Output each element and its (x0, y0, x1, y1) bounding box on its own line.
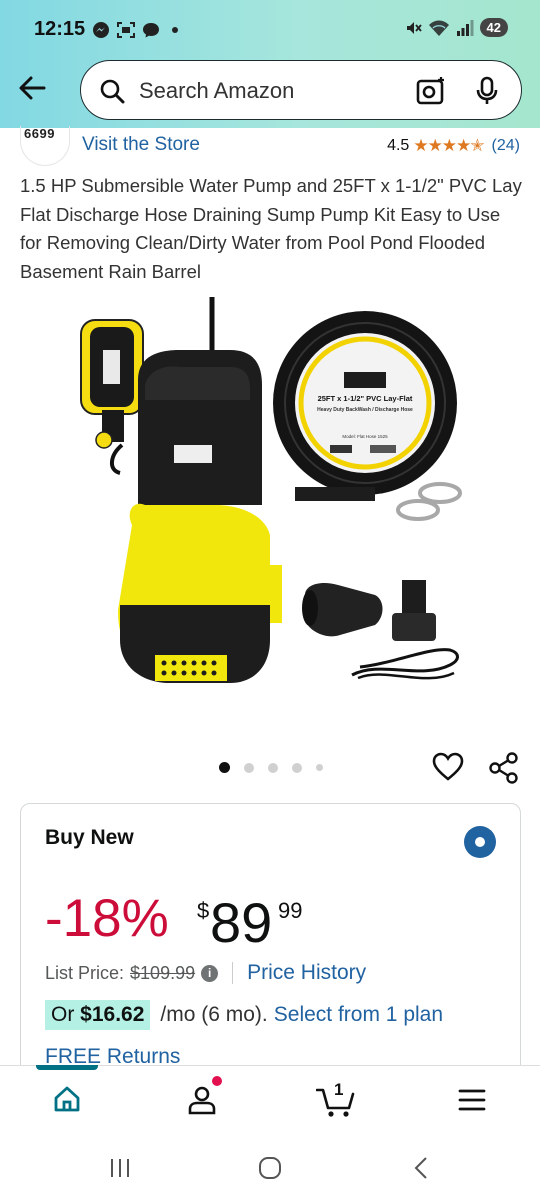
battery-indicator: 42 (479, 18, 508, 37)
carousel-dot-5[interactable] (316, 764, 323, 771)
product-photo: 25FT x 1-1/2" PVC Lay-Flat Heavy Duty Ba… (80, 297, 462, 683)
recent-apps-icon[interactable] (108, 1156, 132, 1180)
hose-model: Model: Flat Hose 1525 (342, 434, 388, 439)
camera-search-icon[interactable] (415, 75, 447, 107)
status-system: 42 (404, 18, 508, 37)
carousel-dot-4[interactable] (292, 762, 302, 773)
scan-icon (117, 22, 135, 38)
monthly-payment-row: Or $16.62 /mo (6 mo). Select from 1 plan (45, 1000, 443, 1030)
product-title: 1.5 HP Submersible Water Pump and 25FT x… (20, 175, 522, 282)
carousel-dot-2[interactable] (244, 762, 254, 773)
product-image[interactable]: 25FT x 1-1/2" PVC Lay-Flat Heavy Duty Ba… (40, 295, 500, 710)
status-time: 12:15 (34, 18, 86, 40)
status-bar: 12:15 42 (0, 0, 540, 60)
signal-icon (456, 19, 474, 36)
image-carousel-dots[interactable] (219, 762, 323, 773)
store-logo-text: 6699 (24, 126, 55, 141)
buy-box-card[interactable]: Buy New -18% $ 89 99 List Price: $109.99… (20, 803, 521, 1103)
monthly-amount: $16.62 (80, 1003, 145, 1026)
search-bar[interactable]: Search Amazon (80, 60, 522, 120)
top-header: 12:15 42 Search Amazon (0, 0, 540, 128)
carousel-dot-3[interactable] (268, 762, 278, 773)
system-navigation-bar (0, 1136, 540, 1200)
heart-icon[interactable] (432, 752, 464, 782)
hose-label-subtitle: Heavy Duty BackWash / Discharge Hose (317, 407, 413, 413)
price-currency: $ (197, 898, 210, 923)
star-rating-icon: ★★★★✭ (413, 136, 484, 155)
list-price-row: List Price: $109.99 i Price History (45, 961, 366, 985)
status-notifications (92, 21, 178, 39)
carousel-dot-1[interactable] (219, 762, 230, 773)
price-history-link[interactable]: Price History (247, 961, 366, 985)
list-price-label: List Price: (45, 962, 125, 983)
monthly-badge: Or $16.62 (45, 1000, 151, 1030)
store-logo[interactable]: 6699 (20, 126, 70, 166)
rating-summary[interactable]: 4.5 ★★★★✭ (24) (387, 136, 520, 156)
home-button-icon[interactable] (258, 1156, 282, 1180)
share-icon[interactable] (488, 752, 520, 784)
discount-percent: -18% (45, 889, 169, 948)
divider (232, 962, 234, 984)
search-icon (100, 79, 125, 104)
system-back-icon[interactable] (410, 1156, 434, 1180)
home-icon[interactable] (52, 1084, 82, 1114)
back-arrow-icon[interactable] (14, 70, 50, 106)
visit-store-link[interactable]: Visit the Store (82, 134, 200, 156)
chat-icon (143, 23, 159, 38)
rating-value: 4.5 (387, 137, 410, 154)
menu-icon[interactable] (458, 1088, 486, 1112)
monthly-term: /mo (6 mo). (160, 1003, 268, 1026)
hose-label-title: 25FT x 1-1/2" PVC Lay-Flat (318, 394, 413, 403)
price-fraction: 99 (278, 898, 303, 923)
price-whole: 89 (210, 891, 273, 954)
monthly-prefix: Or (51, 1003, 81, 1026)
buy-new-radio[interactable] (464, 826, 496, 858)
cart-count: 1 (334, 1080, 344, 1099)
active-tab-indicator (36, 1065, 98, 1070)
info-icon[interactable]: i (201, 964, 219, 982)
buy-new-heading: Buy New (45, 826, 134, 849)
bottom-navigation: 1 (0, 1065, 540, 1135)
notification-dot (212, 1076, 222, 1086)
list-price-value: $109.99 (130, 962, 196, 983)
more-notifications-dot (172, 27, 178, 33)
cart-tab[interactable]: 1 (315, 1080, 356, 1118)
microphone-icon[interactable] (471, 75, 503, 107)
messenger-icon (93, 22, 109, 38)
account-tab[interactable] (186, 1076, 222, 1116)
wifi-icon (428, 20, 449, 36)
store-row: 6699 Visit the Store 4.5 ★★★★✭ (24) (0, 126, 540, 166)
mute-icon (406, 21, 422, 34)
search-input[interactable]: Search Amazon (139, 78, 294, 104)
select-plan-link[interactable]: Select from 1 plan (274, 1003, 443, 1027)
account-icon (188, 1086, 216, 1115)
review-count[interactable]: (24) (492, 137, 520, 155)
